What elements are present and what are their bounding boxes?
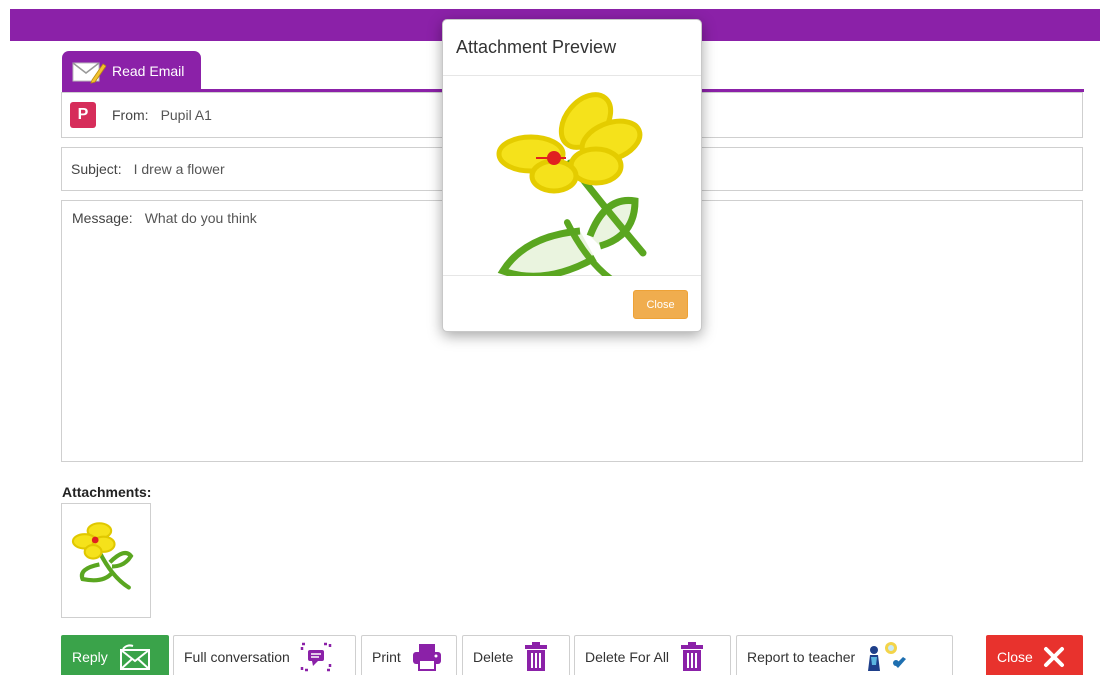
reply-mail-icon [119,644,150,670]
reply-label: Reply [72,649,108,665]
trash-icon [525,642,548,671]
modal-footer: Close [443,276,701,332]
modal-header: Attachment Preview [443,20,701,76]
close-icon [1043,647,1064,667]
tab-read-email[interactable]: Read Email [62,51,201,91]
full-conversation-label: Full conversation [184,649,290,665]
attachment-thumbnail[interactable] [61,503,151,618]
flower-drawing-preview [496,92,647,276]
conversation-icon [300,642,332,672]
close-label: Close [997,649,1033,665]
modal-close-button[interactable]: Close [633,290,688,319]
modal-body [443,76,701,276]
trash-icon [681,642,704,671]
report-to-teacher-button[interactable]: Report to teacher [736,635,953,675]
delete-for-all-button[interactable]: Delete For All [574,635,731,675]
avatar: P [70,102,96,128]
delete-for-all-label: Delete For All [585,649,670,665]
flower-drawing-thumbnail [71,522,134,590]
print-label: Print [372,649,401,665]
report-to-teacher-label: Report to teacher [747,649,856,665]
attachments-label: Attachments: [62,484,152,500]
tab-label: Read Email [112,63,185,79]
printer-icon [412,644,441,671]
subject-value: I drew a flower [133,161,225,177]
compose-mail-icon [72,62,106,84]
reply-button[interactable]: Reply [61,635,169,675]
report-teacher-icon [868,642,907,671]
full-conversation-button[interactable]: Full conversation [173,635,356,675]
message-label: Message: [72,210,133,226]
message-value: What do you think [144,210,257,226]
subject-label: Subject: [71,161,122,177]
modal-title: Attachment Preview [456,37,617,57]
close-button[interactable]: Close [986,635,1083,675]
print-button[interactable]: Print [361,635,457,675]
from-label: From: [112,107,149,123]
delete-button[interactable]: Delete [462,635,570,675]
from-value: Pupil A1 [160,107,212,123]
attachment-preview-modal: Attachment Preview Close [442,19,702,332]
delete-label: Delete [473,649,514,665]
